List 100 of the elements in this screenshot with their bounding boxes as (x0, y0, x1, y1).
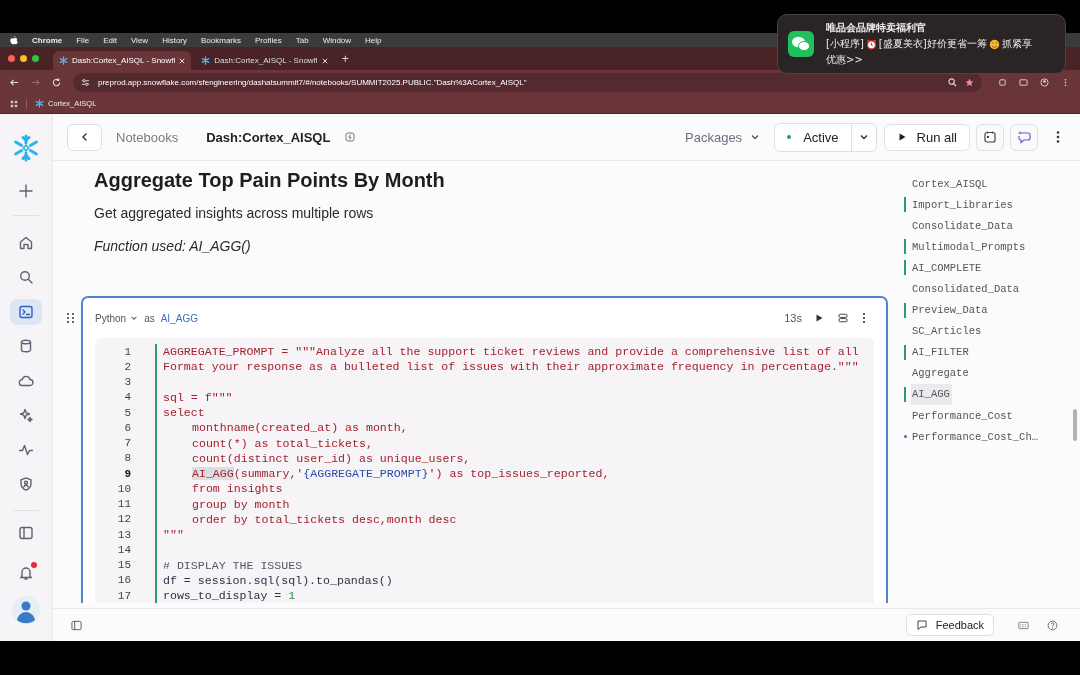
browser-tab[interactable]: Dash:Cortex_AISQL - Snowfl (53, 51, 192, 70)
outline-item[interactable]: Cortex_AISQL (904, 173, 1070, 195)
menu-item[interactable]: File (76, 35, 90, 45)
new-tab-button[interactable]: + (341, 51, 349, 66)
more-icon[interactable] (1056, 130, 1060, 144)
play-icon[interactable] (814, 313, 824, 323)
back-arrow-icon[interactable] (10, 77, 19, 87)
outline-item[interactable]: Aggregate (904, 362, 1070, 384)
menu-item[interactable]: History (162, 35, 187, 45)
menu-item[interactable]: Help (365, 35, 382, 45)
avatar-icon[interactable] (12, 595, 40, 624)
extensions-icon[interactable] (998, 77, 1007, 87)
more-icon[interactable] (862, 312, 866, 324)
apps-grid-icon[interactable] (10, 99, 18, 108)
site-settings-icon[interactable] (81, 77, 90, 87)
calendar-icon[interactable] (976, 123, 1004, 151)
line-number: 13 (116, 528, 132, 541)
line-number: 17 (116, 589, 132, 602)
line-number: 5 (123, 406, 132, 419)
line-number: 16 (116, 574, 132, 587)
line-number: 7 (123, 437, 132, 450)
packages-dropdown[interactable]: Packages (685, 129, 761, 145)
notification-text: 优惠>> (826, 53, 864, 67)
line-number: 6 (123, 421, 132, 434)
menu-item[interactable]: Bookmarks (201, 35, 242, 45)
outline-item[interactable]: AI_FILTER (904, 341, 1070, 363)
notification-title: 唯品会品牌特卖福利官 (826, 21, 927, 35)
line-number: 4 (123, 391, 132, 404)
outline-item[interactable]: Performance_Cost (904, 405, 1070, 427)
snowflake-icon (59, 56, 68, 65)
maximize-window-icon[interactable] (32, 55, 39, 62)
keyboard-icon[interactable] (1018, 619, 1029, 631)
terminal-icon[interactable] (10, 298, 42, 325)
apple-icon[interactable] (10, 35, 18, 45)
stack-icon[interactable] (838, 313, 848, 323)
menu-item[interactable]: Profiles (255, 35, 282, 45)
outline-item[interactable]: Import_Libraries (904, 194, 1070, 216)
chat-bubbles-icon (788, 31, 814, 57)
close-window-icon[interactable] (8, 55, 15, 62)
section-heading: Aggregate Top Pain Points By Month (94, 169, 446, 192)
menu-item[interactable]: Window (322, 35, 352, 45)
back-button[interactable] (67, 123, 102, 151)
address-field[interactable]: preprod.app.snowflake.com/sfengineering/dashatsummit7/#/notebooks/SUMMIT2025.PUBLIC."Dash%3ACortex_AISQL" (73, 72, 982, 92)
code-token: AI_AGG (192, 467, 234, 481)
code-token: 1 (288, 589, 296, 603)
notification-text: [盛夏美衣]好价更省一筹 (878, 37, 987, 51)
code-token: count(distinct user_id) as unique_users, (192, 451, 471, 465)
star-icon[interactable] (965, 77, 974, 87)
code-token: order by total_tickets desc,month desc (192, 512, 457, 526)
outline-item[interactable]: Performance_Cost_Ch… (904, 426, 1070, 448)
outline-item[interactable]: SC_Articles (904, 320, 1070, 342)
close-icon[interactable] (321, 57, 328, 64)
tab-search-icon[interactable] (1019, 77, 1028, 87)
code-token: from insights (192, 482, 283, 496)
code-token: (summary,' (233, 467, 304, 481)
line-number: 1 (123, 345, 132, 358)
language-dropdown[interactable]: Python (95, 312, 139, 324)
menu-item[interactable]: Tab (295, 35, 309, 45)
code-token: df = session.sql(sql).to_pandas() (163, 573, 393, 587)
cell-name[interactable]: AI_AGG (160, 312, 198, 324)
code-token: group by month (192, 497, 290, 511)
outline-item[interactable]: Consolidate_Data (904, 215, 1070, 237)
reload-icon[interactable] (52, 77, 61, 87)
outline-item[interactable]: AI_COMPLETE (904, 257, 1070, 279)
help-icon[interactable] (1047, 619, 1058, 631)
code-token: ') as top_issues_reported, (428, 467, 610, 481)
menu-item[interactable]: View (130, 35, 149, 45)
notifications-icon[interactable] (18, 564, 34, 581)
menu-item[interactable]: Chrome (32, 35, 63, 45)
snowflake-icon (35, 99, 44, 108)
outline-item[interactable]: Multimodal_Prompts (904, 236, 1070, 258)
line-number: 11 (116, 498, 132, 511)
code-token: AGGREGATE_PROMPT = """Analyze all the support ticket reviews and provide a comprehensive list of all (163, 345, 859, 359)
code-token: # DISPLAY THE ISSUES (163, 558, 303, 572)
minimize-window-icon[interactable] (20, 55, 27, 62)
line-number: 2 (123, 360, 132, 373)
close-icon[interactable] (179, 57, 186, 64)
breadcrumb-link[interactable]: Notebooks (116, 129, 179, 145)
panel-icon[interactable] (71, 619, 82, 631)
ai-chat-icon[interactable] (1010, 123, 1038, 151)
description-text: Get aggregated insights across multiple rows (94, 205, 375, 221)
line-number: 9 (123, 467, 132, 480)
panel-icon[interactable] (18, 524, 34, 541)
notification-card[interactable]: 唯品会品牌特卖福利官 [小程序] [盛夏美衣]好价更省一筹 抓紧享 优惠>> (777, 14, 1066, 74)
profile-icon[interactable] (1040, 77, 1049, 87)
line-number: 12 (116, 513, 132, 526)
code-token: Format your response as a bulleted list of issues with their approximate frequency in percentage.""" (163, 360, 859, 374)
browser-tab[interactable]: Dash:Cortex_AISQL - Snowfl (195, 51, 334, 70)
line-number: 14 (116, 543, 132, 556)
speech-bubble-icon (915, 619, 928, 631)
outline-item[interactable]: Preview_Data (904, 299, 1070, 321)
code-token: monthname(created_at) as month, (192, 421, 408, 435)
menu-item[interactable]: Edit (103, 35, 117, 45)
feedback-button[interactable]: Feedback (905, 614, 994, 636)
run-all-button[interactable]: Run all (883, 123, 970, 151)
outline-item[interactable]: Consolidated_Data (904, 278, 1070, 300)
code-token: count(*) as total_tickets, (192, 436, 373, 450)
drag-handle-icon[interactable] (67, 313, 75, 323)
line-number: 10 (116, 482, 132, 495)
zoom-icon[interactable] (948, 77, 957, 87)
